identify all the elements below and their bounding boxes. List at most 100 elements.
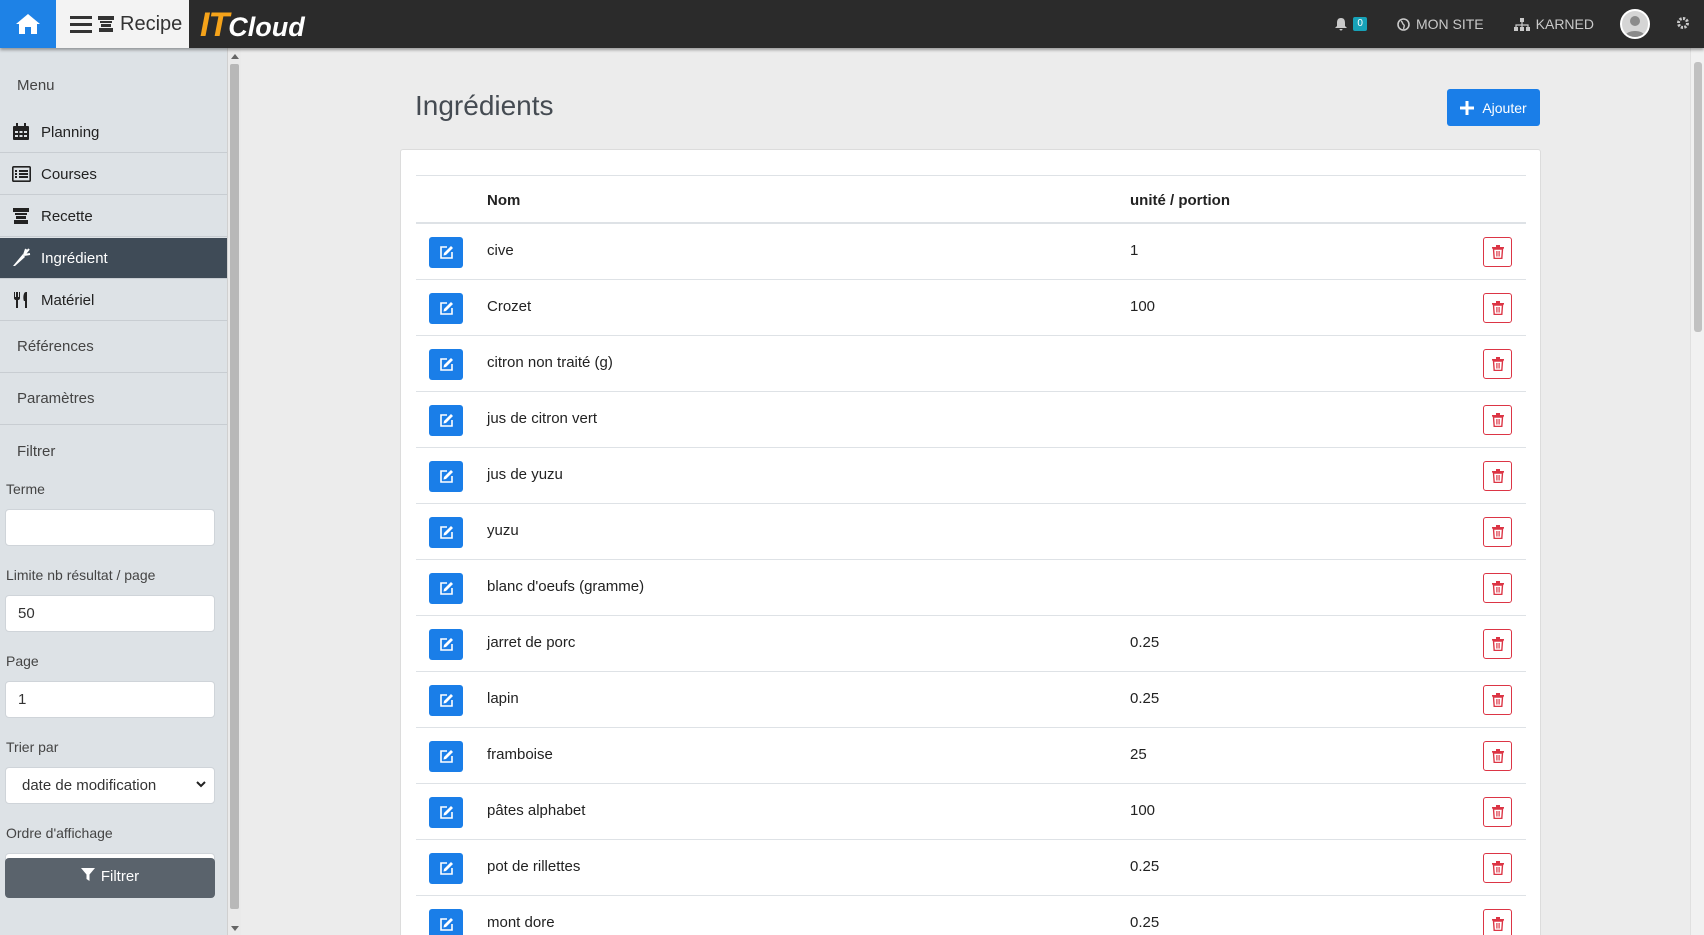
cell-unite: 100 <box>1130 802 1156 819</box>
table-row: cive 1 <box>416 224 1526 280</box>
table-row: mont dore 0.25 <box>416 896 1526 935</box>
edit-icon <box>439 581 454 596</box>
sidebar-scrollbar[interactable] <box>227 48 241 935</box>
sidebar-item-label: Matériel <box>41 291 95 309</box>
table-body: cive 1 Crozet 100 citron non traité (g) jus d… <box>416 224 1526 935</box>
chef-icon <box>11 206 31 226</box>
delete-button[interactable] <box>1483 741 1512 771</box>
settings-button[interactable] <box>1676 16 1690 33</box>
page-input[interactable]: 1 <box>5 681 215 718</box>
delete-button[interactable] <box>1483 909 1512 935</box>
trier-label: Trier par <box>6 739 59 755</box>
edit-button[interactable] <box>429 853 463 884</box>
table-row: pot de rillettes 0.25 <box>416 840 1526 896</box>
page-scroll-thumb[interactable] <box>1694 62 1702 332</box>
delete-button[interactable] <box>1483 517 1512 547</box>
cell-unite: 0.25 <box>1130 914 1160 931</box>
user-icon <box>1625 16 1645 37</box>
sidebar-scroll-thumb[interactable] <box>230 64 239 909</box>
delete-button[interactable] <box>1483 461 1512 491</box>
gear-icon <box>1677 16 1689 29</box>
edit-icon <box>439 805 454 820</box>
cell-nom: yuzu <box>487 522 519 539</box>
column-header-unite[interactable]: unité / portion <box>1130 192 1230 209</box>
filter-button[interactable]: Filtrer <box>5 858 215 898</box>
list-icon <box>11 164 31 184</box>
trash-icon <box>1491 637 1504 651</box>
bell-icon <box>1335 17 1348 30</box>
carrot-icon <box>11 248 31 268</box>
filter-section-title: Filtrer <box>17 443 56 460</box>
delete-button[interactable] <box>1483 853 1512 883</box>
edit-button[interactable] <box>429 741 463 772</box>
edit-icon <box>439 301 454 316</box>
app-switcher-button[interactable]: Recipe <box>56 0 189 48</box>
cell-unite: 100 <box>1130 298 1156 315</box>
terme-label: Terme <box>6 481 45 497</box>
edit-button[interactable] <box>429 517 463 548</box>
edit-button[interactable] <box>429 461 463 492</box>
sidebar-item-materiel[interactable]: Matériel <box>0 280 227 321</box>
delete-button[interactable] <box>1483 237 1512 267</box>
terme-input[interactable] <box>5 509 215 546</box>
delete-button[interactable] <box>1483 349 1512 379</box>
edit-icon <box>439 357 454 372</box>
add-button-label: Ajouter <box>1482 99 1527 116</box>
brand-logo[interactable]: IT Cloud <box>200 6 305 44</box>
cell-nom: Crozet <box>487 298 532 315</box>
page-scrollbar[interactable] <box>1690 48 1704 935</box>
sidebar-parametres-link[interactable]: Paramètres <box>17 390 95 407</box>
delete-button[interactable] <box>1483 293 1512 323</box>
edit-button[interactable] <box>429 293 463 324</box>
app-label: Recipe <box>120 12 183 35</box>
edit-button[interactable] <box>429 405 463 436</box>
sidebar-item-planning[interactable]: Planning <box>0 112 227 153</box>
edit-icon <box>439 245 454 260</box>
edit-button[interactable] <box>429 797 463 828</box>
trash-icon <box>1491 805 1504 819</box>
table-row: Crozet 100 <box>416 280 1526 336</box>
home-button[interactable] <box>0 0 56 48</box>
notifications-button[interactable]: 0 <box>1335 17 1367 31</box>
limite-input[interactable]: 50 <box>5 595 215 632</box>
edit-button[interactable] <box>429 237 463 268</box>
delete-button[interactable] <box>1483 405 1512 435</box>
filter-button-label: Filtrer <box>100 868 140 885</box>
scroll-down-arrow[interactable] <box>231 926 239 931</box>
scroll-up-arrow[interactable] <box>231 54 239 59</box>
divider <box>0 372 227 373</box>
user-avatar[interactable] <box>1620 9 1650 39</box>
sidebar-item-recette[interactable]: Recette <box>0 196 227 237</box>
add-button[interactable]: Ajouter <box>1447 89 1540 126</box>
notifications-badge: 0 <box>1353 17 1367 31</box>
karned-label: KARNED <box>1535 16 1594 32</box>
cell-nom: citron non traité (g) <box>487 354 613 371</box>
sidebar-item-ingredient[interactable]: Ingrédient <box>0 238 227 279</box>
page-title: Ingrédients <box>415 90 554 121</box>
karned-link[interactable]: KARNED <box>1513 16 1594 32</box>
trash-icon <box>1491 413 1504 427</box>
column-header-nom[interactable]: Nom <box>487 192 520 209</box>
trash-icon <box>1491 917 1504 931</box>
sitemap-icon <box>1513 17 1530 31</box>
mon-site-link[interactable]: MON SITE <box>1397 16 1484 32</box>
table-row: yuzu <box>416 504 1526 560</box>
table-row: lapin 0.25 <box>416 672 1526 728</box>
delete-button[interactable] <box>1483 685 1512 715</box>
trier-select[interactable]: date de modification <box>5 767 215 804</box>
trash-icon <box>1491 357 1504 371</box>
table-row: citron non traité (g) <box>416 336 1526 392</box>
sidebar-item-courses[interactable]: Courses <box>0 154 227 195</box>
edit-button[interactable] <box>429 685 463 716</box>
delete-button[interactable] <box>1483 573 1512 603</box>
delete-button[interactable] <box>1483 797 1512 827</box>
delete-button[interactable] <box>1483 629 1512 659</box>
plus-icon <box>1460 100 1475 115</box>
edit-icon <box>439 861 454 876</box>
sidebar-references-link[interactable]: Références <box>17 338 94 355</box>
edit-button[interactable] <box>429 573 463 604</box>
edit-button[interactable] <box>429 349 463 380</box>
edit-button[interactable] <box>429 909 463 935</box>
edit-icon <box>439 749 454 764</box>
edit-button[interactable] <box>429 629 463 660</box>
